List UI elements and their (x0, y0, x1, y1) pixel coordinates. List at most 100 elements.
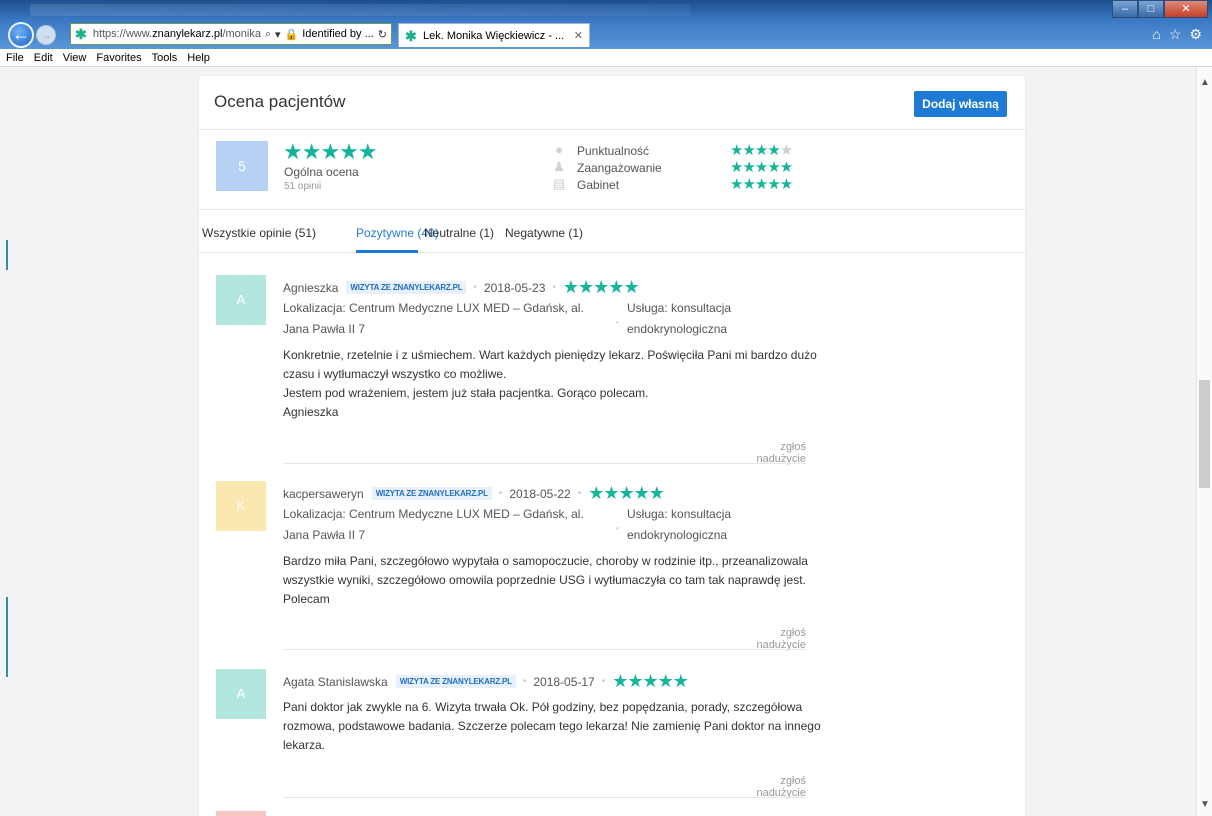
review-divider (283, 463, 806, 464)
site-favicon-icon: ✱ (75, 26, 87, 42)
url-rest: /monika- (222, 28, 261, 40)
tab-close-icon[interactable]: ✕ (574, 29, 583, 42)
overall-stars: ★★★★★ (283, 139, 378, 164)
refresh-icon[interactable]: ↻ (378, 28, 387, 41)
visit-badge: WIZYTA ZE ZNANYLEKARZ.PL (371, 487, 492, 500)
clock-icon: ● (555, 142, 563, 157)
avatar: K (216, 481, 266, 531)
review-date: 2018-05-17 (533, 674, 595, 689)
left-edge-marker (6, 240, 8, 270)
overall-label: Ogólna ocena (284, 165, 359, 179)
page-viewport: Ocena pacjentów Dodaj własną 5 ★★★★★ Ogó… (0, 67, 1196, 816)
review-text: Bardzo miła Pani, szczegółowo wypytała o… (283, 554, 808, 606)
separator-dot: • (577, 488, 582, 499)
review-item: A Agnieszka WIZYTA ZE ZNANYLEKARZ.PL • 2… (199, 275, 1025, 465)
menu-edit[interactable]: Edit (34, 52, 53, 64)
criterion-engagement: ♟ Zaangażowanie ★★★★★ (552, 159, 812, 176)
criterion-label: Punktualność (577, 144, 650, 158)
building-icon: ▤ (552, 176, 566, 191)
criterion-stars: ★★★★★ (730, 176, 793, 193)
menu-help[interactable]: Help (187, 52, 210, 64)
avatar: A (216, 275, 266, 325)
scrollbar-thumb[interactable] (1199, 380, 1210, 488)
rating-summary: 5 ★★★★★ Ogólna ocena 51 opinii ● Punktua… (199, 131, 1025, 210)
review-location: Lokalizacja: Centrum Medyczne LUX MED – … (283, 301, 584, 336)
home-icon[interactable]: ⌂ (1152, 26, 1160, 43)
half-star-icon: ★ (779, 142, 793, 159)
tab-all-reviews[interactable]: Wszystkie opinie (51) (202, 226, 316, 240)
settings-gear-icon[interactable]: ⚙ (1189, 26, 1202, 43)
security-identity[interactable]: Identified by ... (302, 28, 374, 40)
review-filter-tabs: Wszystkie opinie (51) Pozytywne (49) Neu… (199, 211, 1025, 253)
favorites-star-icon[interactable]: ☆ (1169, 26, 1182, 43)
scroll-up-icon[interactable]: ▲ (1200, 77, 1210, 88)
patient-reviews-card: Ocena pacjentów Dodaj własną 5 ★★★★★ Ogó… (199, 76, 1025, 816)
criterion-label: Zaangażowanie (577, 161, 662, 175)
review-service: Usługa: konsultacja endokrynologiczna (627, 301, 732, 336)
criterion-label: Gabinet (577, 178, 620, 192)
forward-button[interactable]: → (36, 25, 56, 45)
menu-tools[interactable]: Tools (152, 52, 178, 64)
review-header: Agnieszka WIZYTA ZE ZNANYLEKARZ.PL • 201… (283, 277, 640, 298)
review-stars: ★★★★★ (612, 671, 689, 691)
menu-favorites[interactable]: Favorites (96, 52, 141, 64)
reviews-header: Ocena pacjentów Dodaj własną (199, 76, 1025, 130)
avatar (216, 811, 266, 816)
scroll-down-icon[interactable]: ▼ (1200, 799, 1210, 810)
report-abuse-link[interactable]: zgłoś nadużycie (728, 627, 806, 651)
review-divider (283, 797, 806, 798)
review-stars: ★★★★★ (562, 277, 640, 297)
separator-dot: • (552, 282, 556, 293)
page-title: Ocena pacjentów (214, 92, 346, 111)
separator-dot: • (473, 282, 477, 293)
window-controls: – □ ✕ (1112, 0, 1208, 18)
menu-bar: File Edit View Favorites Tools Help (0, 49, 1212, 67)
blurred-bookmarks (30, 4, 690, 16)
search-icon[interactable]: ⌕ (265, 28, 271, 41)
url-prefix: https://www. (92, 28, 153, 40)
review-divider (283, 649, 806, 650)
review-date: 2018-05-23 (483, 280, 546, 295)
report-abuse-link[interactable]: zgłoś nadużycie (728, 441, 806, 465)
tab-favicon-icon: ✱ (405, 27, 417, 44)
address-url: https://www.znanylekarz.pl/monika- (93, 28, 261, 40)
overall-score-box: 5 (216, 141, 268, 191)
url-domain: znanylekarz.pl (152, 28, 223, 40)
separator-dot: • (616, 524, 619, 533)
active-tab-indicator (356, 250, 418, 253)
vertical-scrollbar[interactable]: ▲ ▼ (1196, 67, 1212, 816)
back-button[interactable]: ← (8, 22, 34, 48)
tab-neutral[interactable]: Neutralne (1) (424, 226, 494, 240)
maximize-button[interactable]: □ (1138, 0, 1164, 18)
tab-title: Lek. Monika Więckiewicz - ... (423, 29, 565, 42)
person-icon: ♟ (553, 159, 565, 174)
review-text: Pani doktor jak zwykle na 6. Wizyta trwa… (283, 700, 821, 752)
review-item: A Agata Stanislawska WIZYTA ZE ZNANYLEKA… (199, 669, 1025, 799)
review-author: Agnieszka (283, 280, 339, 295)
criterion-punctuality: ● Punktualność ★★★★★ (552, 142, 812, 159)
separator-dot: • (601, 676, 606, 687)
separator-dot: • (498, 488, 503, 499)
lock-icon: 🔒 (284, 28, 299, 41)
review-date: 2018-05-22 (509, 486, 571, 501)
address-bar[interactable]: ✱ https://www.znanylekarz.pl/monika- ⌕ ▾… (70, 23, 392, 45)
menu-file[interactable]: File (6, 52, 24, 64)
add-review-button[interactable]: Dodaj własną (914, 91, 1007, 117)
menu-view[interactable]: View (63, 52, 87, 64)
close-window-button[interactable]: ✕ (1164, 0, 1208, 18)
visit-badge: WIZYTA ZE ZNANYLEKARZ.PL (346, 281, 467, 294)
criterion-stars: ★★★★★ (730, 159, 793, 176)
separator-dot: • (616, 318, 619, 327)
browser-toolbar-icons: ⌂ ☆ ⚙ (1152, 26, 1202, 43)
review-header: kacpersaweryn WIZYTA ZE ZNANYLEKARZ.PL •… (283, 483, 665, 504)
review-author: kacpersaweryn (283, 486, 364, 501)
dropdown-icon[interactable]: ▾ (275, 28, 281, 41)
browser-tab-active[interactable]: ✱ Lek. Monika Więckiewicz - ... ✕ (398, 23, 590, 47)
tab-negative[interactable]: Negatywne (1) (505, 226, 583, 240)
browser-titlebar: ← → ✱ https://www.znanylekarz.pl/monika-… (0, 0, 1212, 49)
review-header: Agata Stanislawska WIZYTA ZE ZNANYLEKARZ… (283, 671, 689, 692)
report-abuse-link[interactable]: zgłoś nadużycie (728, 775, 806, 799)
minimize-button[interactable]: – (1112, 0, 1138, 18)
avatar: A (216, 669, 266, 719)
review-item: K kacpersaweryn WIZYTA ZE ZNANYLEKARZ.PL… (199, 481, 1025, 651)
